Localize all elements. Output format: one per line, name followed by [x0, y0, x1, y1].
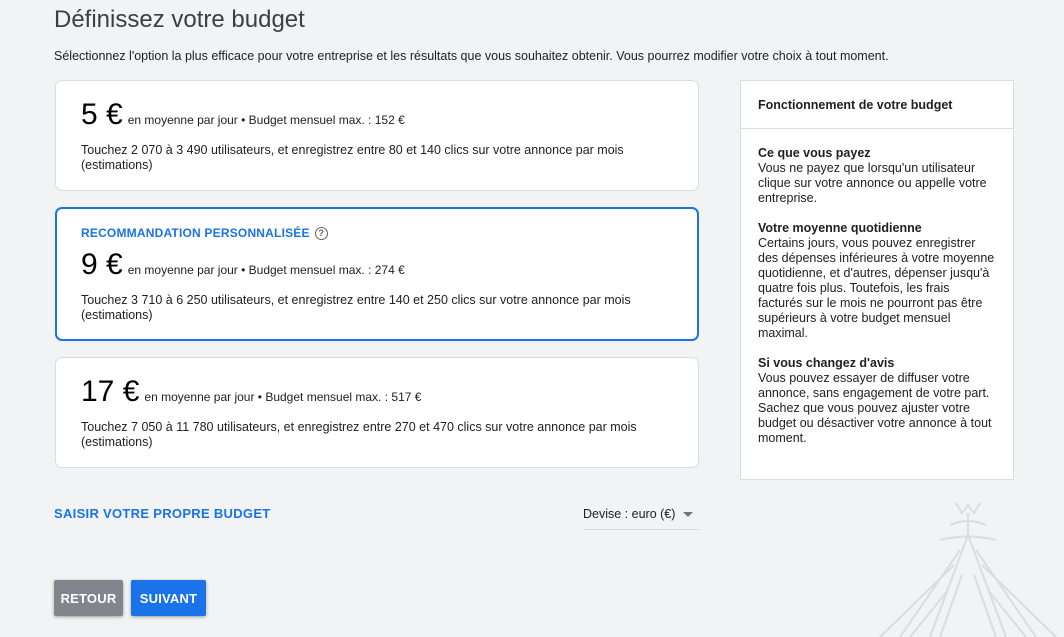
info-heading: Si vous changez d'avis	[758, 356, 895, 370]
currency-value: Devise : euro (€)	[583, 507, 676, 521]
budget-info-panel: Fonctionnement de votre budget Ce que vo…	[740, 80, 1014, 480]
info-text: Vous ne payez que lorsqu'un utilisateur …	[758, 161, 987, 205]
info-heading: Votre moyenne quotidienne	[758, 221, 922, 235]
price-description: en moyenne par jour • Budget mensuel max…	[127, 113, 405, 127]
reach-estimate: Touchez 7 050 à 11 780 utilisateurs, et …	[81, 420, 637, 449]
info-text: Certains jours, vous pouvez enregistrer …	[758, 236, 995, 340]
budget-option-card-recommended[interactable]: RECOMMANDATION PERSONNALISÉE ? 9 € en mo…	[55, 207, 699, 341]
eagle-watermark-icon	[879, 502, 1057, 637]
help-circle-icon[interactable]: ?	[314, 226, 328, 240]
page-title: Définissez votre budget	[54, 6, 305, 33]
price-row: 5 € en moyenne par jour • Budget mensuel…	[81, 98, 405, 132]
reach-estimate: Touchez 2 070 à 3 490 utilisateurs, et e…	[81, 143, 624, 172]
budget-option-card[interactable]: 17 € en moyenne par jour • Budget mensue…	[55, 357, 699, 468]
reach-estimate: Touchez 3 710 à 6 250 utilisateurs, et e…	[81, 293, 631, 322]
price-row: 9 € en moyenne par jour • Budget mensuel…	[81, 248, 405, 282]
info-heading: Ce que vous payez	[758, 146, 871, 160]
recommendation-badge: RECOMMANDATION PERSONNALISÉE ?	[81, 226, 328, 240]
info-section-change-mind: Si vous changez d'avis Vous pouvez essay…	[758, 356, 996, 446]
own-budget-link[interactable]: SAISIR VOTRE PROPRE BUDGET	[54, 506, 271, 521]
currency-select[interactable]: Devise : euro (€)	[583, 506, 700, 530]
price-row: 17 € en moyenne par jour • Budget mensue…	[81, 375, 421, 409]
info-text: Vous pouvez essayer de diffuser votre an…	[758, 371, 992, 445]
info-section-payment: Ce que vous payez Vous ne payez que lors…	[758, 146, 996, 206]
daily-price: 17 €	[81, 375, 140, 408]
dropdown-arrow-icon	[683, 512, 693, 517]
info-panel-title: Fonctionnement de votre budget	[741, 81, 1013, 129]
info-section-daily-average: Votre moyenne quotidienne Certains jours…	[758, 221, 996, 341]
page-subtitle: Sélectionnez l'option la plus efficace p…	[54, 49, 889, 63]
recommendation-label: RECOMMANDATION PERSONNALISÉE	[81, 226, 310, 240]
price-description: en moyenne par jour • Budget mensuel max…	[144, 390, 422, 404]
back-button[interactable]: RETOUR	[54, 580, 123, 616]
budget-option-card[interactable]: 5 € en moyenne par jour • Budget mensuel…	[55, 80, 699, 191]
next-button[interactable]: SUIVANT	[131, 580, 206, 616]
info-panel-body: Ce que vous payez Vous ne payez que lors…	[741, 129, 1013, 446]
price-description: en moyenne par jour • Budget mensuel max…	[127, 263, 405, 277]
daily-price: 5 €	[81, 98, 123, 131]
daily-price: 9 €	[81, 248, 123, 281]
